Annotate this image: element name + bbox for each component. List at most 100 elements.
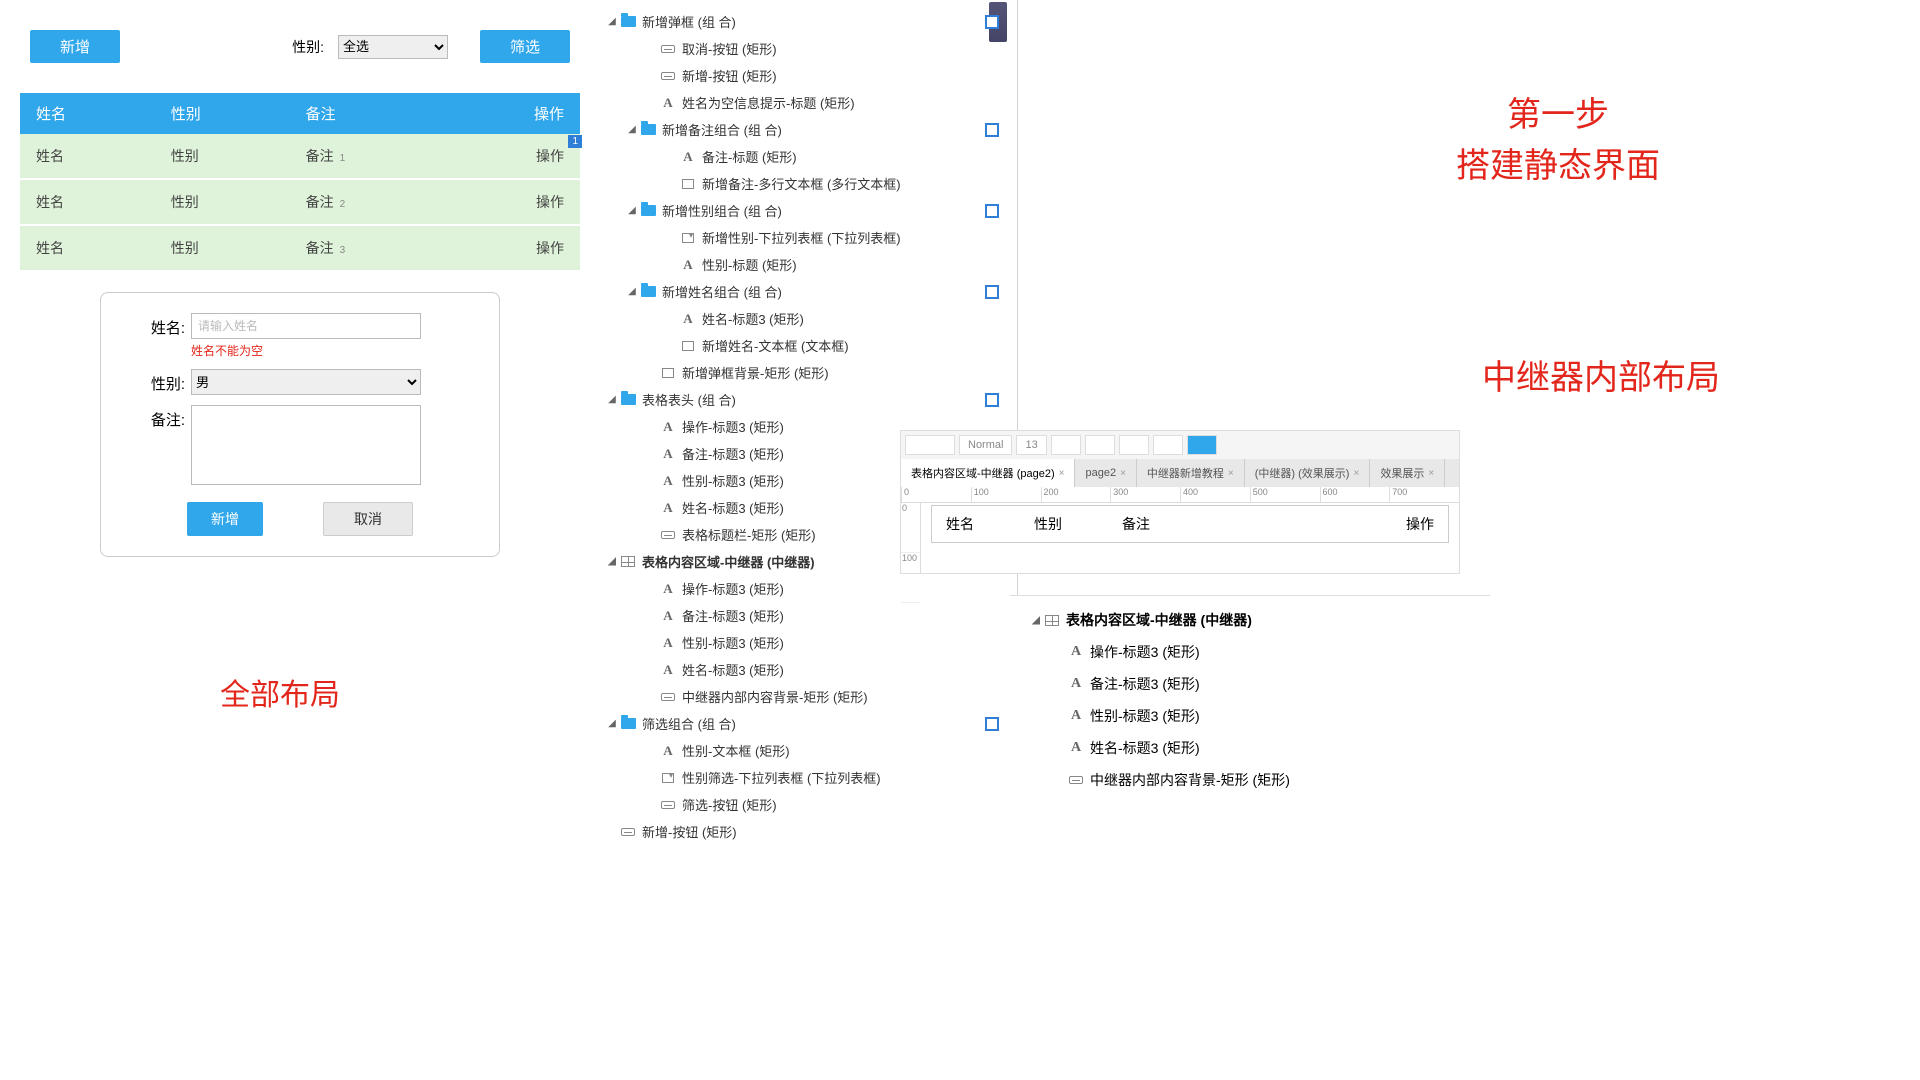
tree-node[interactable]: A备注-标题3 (矩形): [598, 602, 1017, 629]
col-name: 姓名: [20, 93, 155, 134]
tree-node[interactable]: 新增弹框背景-矩形 (矩形): [598, 359, 1017, 386]
rect-icon: [1069, 776, 1083, 784]
button-icon: [661, 72, 675, 80]
tree-node[interactable]: A性别-标题3 (矩形): [1010, 700, 1490, 732]
folder-icon: [641, 124, 656, 135]
text-icon: A: [660, 96, 676, 110]
tree-node[interactable]: A姓名为空信息提示-标题 (矩形): [598, 89, 1017, 116]
tree-node[interactable]: 新增备注-多行文本框 (多行文本框): [598, 170, 1017, 197]
visibility-toggle[interactable]: [985, 123, 999, 137]
tree-node[interactable]: 新增-按钮 (矩形): [598, 62, 1017, 89]
tree-node[interactable]: 中继器内部内容背景-矩形 (矩形): [1010, 764, 1490, 796]
remark-textarea[interactable]: [191, 405, 421, 485]
remark-field-label: 备注:: [125, 405, 185, 430]
tree-node[interactable]: 取消-按钮 (矩形): [598, 35, 1017, 62]
form-cancel-button[interactable]: 取消: [323, 502, 413, 536]
tree-node[interactable]: 新增性别-下拉列表框 (下拉列表框): [598, 224, 1017, 251]
table-row: 姓名性别 备注2 操作: [20, 179, 580, 225]
visibility-toggle[interactable]: [985, 393, 999, 407]
text-icon: A: [660, 501, 676, 515]
editor-panel: Normal 13 表格内容区域-中继器 (page2)× page2× 中继器…: [900, 430, 1460, 574]
tree-node[interactable]: A姓名-标题3 (矩形): [1010, 732, 1490, 764]
tab[interactable]: 表格内容区域-中继器 (page2)×: [901, 459, 1075, 487]
text-icon: A: [660, 582, 676, 596]
name-field-label: 姓名:: [125, 313, 185, 338]
outline-tree: ◢新增弹框 (组 合) 取消-按钮 (矩形) 新增-按钮 (矩形) A姓名为空信…: [598, 0, 1018, 780]
close-icon[interactable]: ×: [1120, 468, 1126, 479]
close-icon[interactable]: ×: [1428, 468, 1434, 479]
gender-label: 性别:: [292, 37, 324, 57]
tree-node[interactable]: A性别-文本框 (矩形): [598, 737, 1017, 764]
tree-node[interactable]: A性别-标题3 (矩形): [598, 629, 1017, 656]
add-button[interactable]: 新增: [30, 30, 120, 63]
filter-button[interactable]: 筛选: [480, 30, 570, 63]
tree-node[interactable]: 筛选-按钮 (矩形): [598, 791, 1017, 818]
cell-ops: 操作: [1406, 514, 1434, 534]
folder-icon: [641, 205, 656, 216]
gender-form-select[interactable]: 男: [191, 369, 421, 395]
gender-field-label: 性别:: [125, 369, 185, 394]
editor-tabs: 表格内容区域-中继器 (page2)× page2× 中继器新增教程× (中继器…: [901, 459, 1459, 487]
data-table: 姓名 性别 备注 操作 姓名性别 备注1 操作 姓名性别 备注2 操作 姓名性别: [20, 93, 580, 272]
tree-node[interactable]: ◢新增性别组合 (组 合): [598, 197, 1017, 224]
tree-node[interactable]: ◢新增备注组合 (组 合): [598, 116, 1017, 143]
tree-node[interactable]: 新增-按钮 (矩形): [598, 818, 1017, 845]
close-icon[interactable]: ×: [1353, 468, 1359, 479]
folder-icon: [621, 718, 636, 729]
tree-node[interactable]: A性别-标题 (矩形): [598, 251, 1017, 278]
text-icon: A: [680, 258, 696, 272]
tab[interactable]: (中继器) (效果展示)×: [1245, 459, 1371, 487]
text-icon: A: [680, 312, 696, 326]
cell-name: 姓名: [946, 514, 974, 534]
table-row: 姓名性别 备注3 操作: [20, 225, 580, 271]
gender-select[interactable]: 全选: [338, 35, 448, 59]
text-icon: A: [660, 663, 676, 677]
rect-icon: [661, 693, 675, 701]
cell-remark: 备注: [1122, 514, 1150, 534]
tree-node[interactable]: A备注-标题3 (矩形): [1010, 668, 1490, 700]
text-icon: A: [1068, 741, 1084, 755]
folder-icon: [621, 16, 636, 27]
text-icon: A: [1068, 709, 1084, 723]
left-panel: 新增 性别: 全选 筛选 姓名 性别 备注 操作 姓名性别 备注1 操作 姓名性…: [20, 10, 580, 557]
page-badge: 1: [568, 135, 582, 148]
folder-icon: [641, 286, 656, 297]
ruler-horizontal: 0100200300400500600700: [901, 487, 1459, 503]
button-icon: [661, 45, 675, 53]
tree-node[interactable]: A操作-标题3 (矩形): [598, 575, 1017, 602]
visibility-toggle[interactable]: [985, 204, 999, 218]
tree-node[interactable]: A姓名-标题3 (矩形): [598, 656, 1017, 683]
tree-node[interactable]: ◢筛选组合 (组 合): [598, 710, 1017, 737]
tree-node[interactable]: 性别筛选-下拉列表框 (下拉列表框): [598, 764, 1017, 791]
col-gender: 性别: [155, 93, 290, 134]
tree-node[interactable]: 新增姓名-文本框 (文本框): [598, 332, 1017, 359]
tree-node[interactable]: A操作-标题3 (矩形): [1010, 636, 1490, 668]
close-icon[interactable]: ×: [1228, 468, 1234, 479]
dropdown-icon: [682, 233, 694, 243]
close-icon[interactable]: ×: [1059, 468, 1065, 479]
tree-node[interactable]: 中继器内部内容背景-矩形 (矩形): [598, 683, 1017, 710]
visibility-toggle[interactable]: [985, 15, 999, 29]
form-add-button[interactable]: 新增: [187, 502, 263, 536]
visibility-toggle[interactable]: [985, 717, 999, 731]
tree-node[interactable]: ◢新增弹框 (组 合): [598, 8, 1017, 35]
name-input[interactable]: [191, 313, 421, 339]
tree-node[interactable]: A姓名-标题3 (矩形): [598, 305, 1017, 332]
tree-node[interactable]: ◢表格表头 (组 合): [598, 386, 1017, 413]
tree-node[interactable]: ◢表格内容区域-中继器 (中继器): [1010, 604, 1490, 636]
tree-node[interactable]: A备注-标题 (矩形): [598, 143, 1017, 170]
repeater-row[interactable]: 姓名 性别 备注 操作: [931, 505, 1449, 543]
font-style-select[interactable]: Normal: [959, 435, 1012, 455]
editor-canvas[interactable]: 0100 姓名 性别 备注 操作: [901, 503, 1459, 573]
text-icon: A: [1068, 677, 1084, 691]
tree-node[interactable]: ◢新增姓名组合 (组 合): [598, 278, 1017, 305]
add-form: 姓名: 姓名不能为空 性别: 男 备注: 新增 取消: [100, 292, 500, 557]
tab[interactable]: page2×: [1075, 459, 1136, 487]
tab[interactable]: 中继器新增教程×: [1137, 459, 1245, 487]
visibility-toggle[interactable]: [985, 285, 999, 299]
repeater-icon: [1045, 615, 1059, 626]
font-size-select[interactable]: 13: [1016, 435, 1046, 455]
table-row: 姓名性别 备注1 操作: [20, 134, 580, 179]
button-icon: [621, 828, 635, 836]
tab[interactable]: 效果展示×: [1370, 459, 1445, 487]
